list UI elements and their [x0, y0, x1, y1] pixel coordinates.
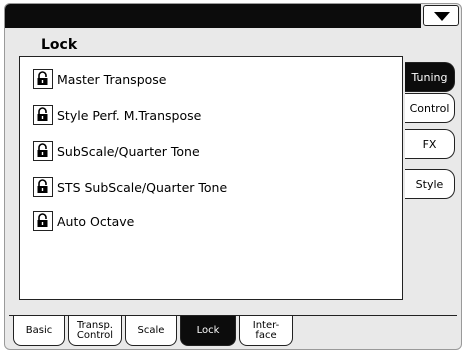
lock-item-sts-subscale-quarter-tone[interactable]: STS SubScale/Quarter Tone	[33, 176, 227, 198]
tab-control[interactable]: Control	[405, 93, 455, 123]
lock-item-auto-octave[interactable]: Auto Octave	[33, 210, 134, 232]
lock-item-master-transpose[interactable]: Master Transpose	[33, 68, 166, 90]
tab-basic[interactable]: Basic	[13, 316, 65, 346]
lock-item-label: Master Transpose	[57, 71, 167, 87]
tab-fx[interactable]: FX	[405, 129, 455, 159]
lock-icon[interactable]	[33, 141, 53, 161]
lock-item-subscale-quarter-tone[interactable]: SubScale/Quarter Tone	[33, 140, 200, 162]
lock-item-style-perf-transpose[interactable]: Style Perf. M.Transpose	[33, 104, 201, 126]
lock-item-label: Style Perf. M.Transpose	[57, 107, 202, 123]
lock-list-panel: Master Transpose Style Perf. M.Transpose…	[19, 56, 403, 300]
tab-scale[interactable]: Scale	[125, 316, 177, 346]
lock-item-label: Auto Octave	[57, 213, 135, 229]
tab-style[interactable]: Style	[405, 169, 455, 199]
tab-tuning[interactable]: Tuning	[405, 62, 455, 92]
window-frame: Lock Master Transpose Style Perf. M.Tran…	[4, 3, 462, 350]
lock-item-label: SubScale/Quarter Tone	[57, 143, 200, 159]
tab-transp-control[interactable]: Transp. Control	[68, 316, 122, 346]
tab-interface[interactable]: Inter- face	[239, 316, 293, 346]
title-bar	[5, 4, 421, 28]
tab-lock[interactable]: Lock	[180, 316, 236, 346]
lock-icon[interactable]	[33, 105, 53, 125]
lock-icon[interactable]	[33, 69, 53, 89]
lock-icon[interactable]	[33, 211, 53, 231]
chevron-down-icon	[434, 12, 450, 21]
lock-item-label: STS SubScale/Quarter Tone	[57, 179, 228, 195]
page-title: Lock	[41, 37, 78, 53]
lock-icon[interactable]	[33, 177, 53, 197]
page-menu-button[interactable]	[423, 5, 459, 26]
